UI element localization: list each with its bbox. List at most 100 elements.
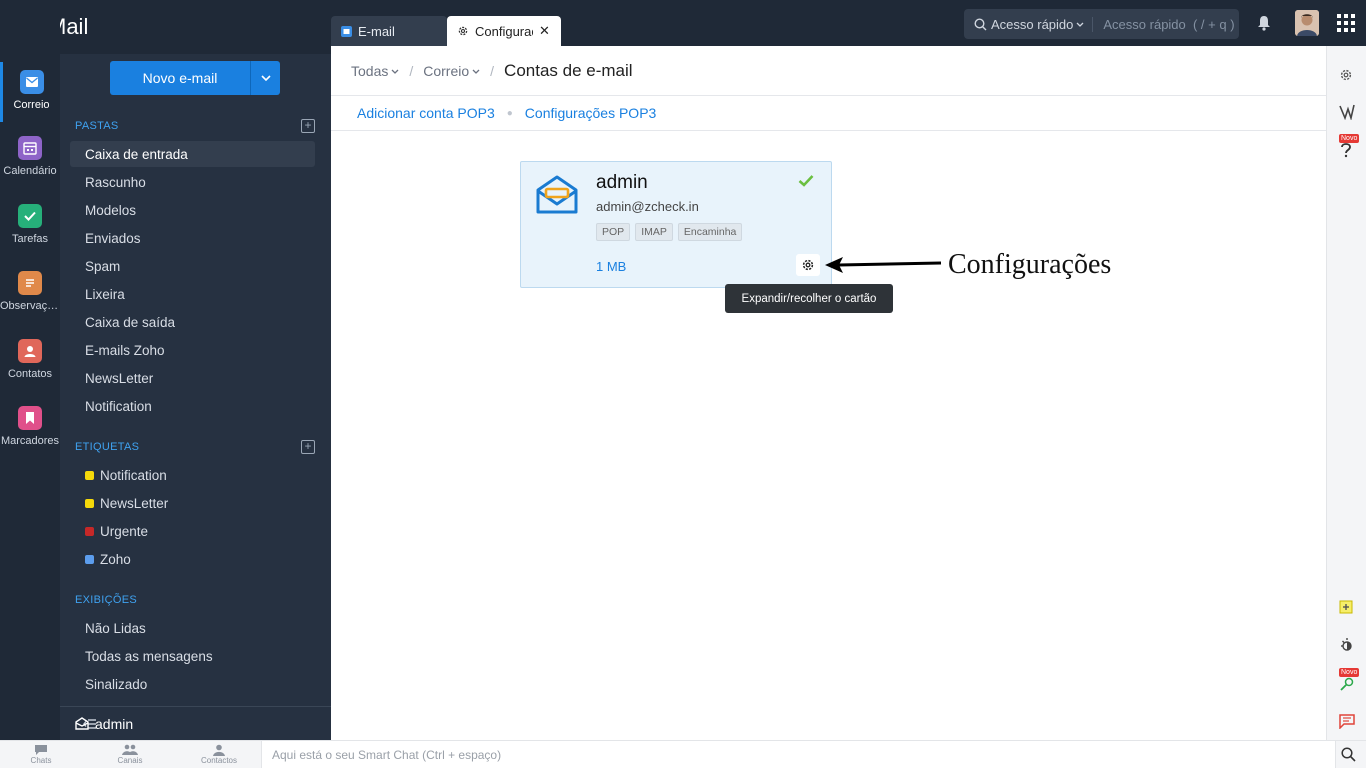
tag-label: Urgente [100, 523, 149, 539]
account-card[interactable]: admin admin@zcheck.in POP IMAP Encaminha… [520, 161, 832, 288]
folder-item[interactable]: Modelos [70, 197, 315, 223]
chat-bubble-icon [35, 745, 47, 755]
dot-separator: ● [506, 107, 513, 119]
rail-label: Calendário [3, 165, 57, 177]
add-folder-button[interactable]: + [301, 119, 315, 133]
tag-item[interactable]: Notification [70, 462, 315, 488]
views-section-title: EXIBIÇÕES [75, 594, 137, 606]
chevron-down-icon [391, 69, 399, 74]
theme-icon[interactable] [1339, 637, 1355, 653]
breadcrumb-separator: / [490, 63, 495, 79]
folder-item[interactable]: E-mails Zoho [70, 337, 315, 363]
mail-icon [341, 25, 352, 37]
check-icon [798, 175, 814, 187]
tag-color-swatch [85, 526, 94, 536]
view-item[interactable]: Sinalizado [70, 671, 315, 697]
folder-panel: Novo e-mail PASTAS + Caixa de entrada Ra… [60, 54, 331, 740]
breadcrumb-item-mail[interactable]: Correio [423, 63, 480, 79]
search-bar: Acesso rápido [964, 9, 1239, 39]
help-icon[interactable] [1339, 142, 1353, 158]
search-scope-dropdown[interactable]: Acesso rápido [964, 16, 1094, 32]
rail-item-notes[interactable]: Observações [0, 263, 60, 323]
channels-label: Canais [117, 756, 143, 765]
tab-settings[interactable]: Configurações ✕ [447, 16, 561, 46]
divider [331, 95, 1326, 96]
new-mail-label: Novo e-mail [142, 70, 218, 86]
folder-item[interactable]: Enviados [70, 225, 315, 251]
add-note-icon[interactable] [1339, 600, 1353, 614]
folder-item[interactable]: Caixa de saída [70, 309, 315, 335]
new-mail-dropdown[interactable] [250, 61, 280, 95]
tag-item[interactable]: Zoho [70, 546, 315, 572]
new-badge: Novo [1339, 134, 1360, 143]
gear-icon [458, 26, 468, 36]
rail-item-mail[interactable]: Correio [0, 62, 60, 122]
contacts-label: Contactos [200, 756, 238, 765]
account-name: admin [95, 715, 134, 732]
protocol-tag: IMAP [635, 223, 673, 241]
close-icon[interactable]: ✕ [539, 23, 550, 39]
add-tag-button[interactable]: + [301, 440, 315, 454]
gear-icon[interactable] [1339, 68, 1353, 82]
tag-color-swatch [85, 470, 94, 480]
folder-item[interactable]: Spam [70, 253, 315, 279]
tooltip: Expandir/recolher o cartão [725, 284, 893, 313]
chats-label: Chats [30, 756, 52, 765]
rail-item-bookmarks[interactable]: Marcadores [0, 398, 60, 458]
chevron-down-icon [1076, 22, 1084, 27]
channels-button[interactable]: Canais [105, 744, 155, 765]
annotation-arrow [825, 257, 942, 273]
signature-icon[interactable] [1339, 104, 1355, 120]
search-icon [974, 17, 987, 30]
view-item[interactable]: Todas as mensagens [70, 643, 315, 669]
main-content: Todas / Correio / Contas de e-mail Adici… [331, 46, 1326, 740]
bell-icon[interactable] [1257, 15, 1271, 31]
calendar-icon [18, 136, 42, 160]
gear-icon [802, 259, 814, 271]
app-rail: Correio Calendário Tarefas Observações C… [0, 0, 60, 740]
smart-chat-bar [261, 741, 1336, 768]
card-settings-button[interactable] [796, 254, 820, 276]
folder-item[interactable]: Lixeira [70, 281, 315, 307]
chats-button[interactable]: Chats [16, 744, 66, 765]
folder-item[interactable]: Rascunho [70, 169, 315, 195]
rail-item-calendar[interactable]: Calendário [0, 128, 60, 188]
add-pop3-account-link[interactable]: Adicionar conta POP3 [357, 105, 495, 121]
rail-label: Observações [0, 300, 60, 312]
folder-item[interactable]: Caixa de entrada [70, 141, 315, 167]
rail-item-contacts[interactable]: Contatos [0, 331, 60, 391]
contacts-button[interactable]: Contactos [194, 744, 244, 765]
breadcrumb-label: Todas [351, 63, 389, 79]
folder-item[interactable]: NewsLetter [70, 365, 315, 391]
search-input[interactable] [1103, 16, 1236, 32]
tag-color-swatch [85, 498, 94, 508]
bookmark-icon [18, 406, 42, 430]
tag-item[interactable]: NewsLetter [70, 490, 315, 516]
breadcrumb-separator: / [409, 63, 414, 79]
new-mail-button[interactable]: Novo e-mail [110, 61, 280, 95]
panel-footer: admin [60, 706, 331, 740]
tag-item[interactable]: Urgente [70, 518, 315, 544]
avatar[interactable] [1295, 10, 1319, 36]
rail-label: Correio [13, 99, 50, 111]
tag-label: Zoho [100, 551, 131, 567]
folder-item[interactable]: Notification [70, 393, 315, 419]
view-item[interactable]: Não Lidas [70, 615, 315, 641]
app-grid-icon[interactable] [1337, 14, 1355, 32]
smart-chat-input[interactable] [272, 748, 872, 762]
tag-color-swatch [85, 554, 94, 564]
tag-label: Notification [100, 467, 167, 483]
account-switcher[interactable]: admin [75, 716, 133, 732]
rail-item-tasks[interactable]: Tarefas [0, 196, 60, 256]
search-icon[interactable] [1341, 747, 1356, 762]
new-badge: Novo [1339, 668, 1360, 677]
tab-email[interactable]: E-mail [331, 16, 447, 46]
note-icon [18, 271, 42, 295]
tab-label: Configurações [475, 23, 533, 39]
feedback-icon[interactable] [1339, 713, 1355, 729]
rail-label: Contatos [7, 368, 53, 380]
check-icon [18, 204, 42, 228]
integrations-icon[interactable] [1339, 676, 1355, 692]
pop3-settings-link[interactable]: Configurações POP3 [525, 105, 657, 121]
breadcrumb-item-all[interactable]: Todas [351, 63, 399, 79]
